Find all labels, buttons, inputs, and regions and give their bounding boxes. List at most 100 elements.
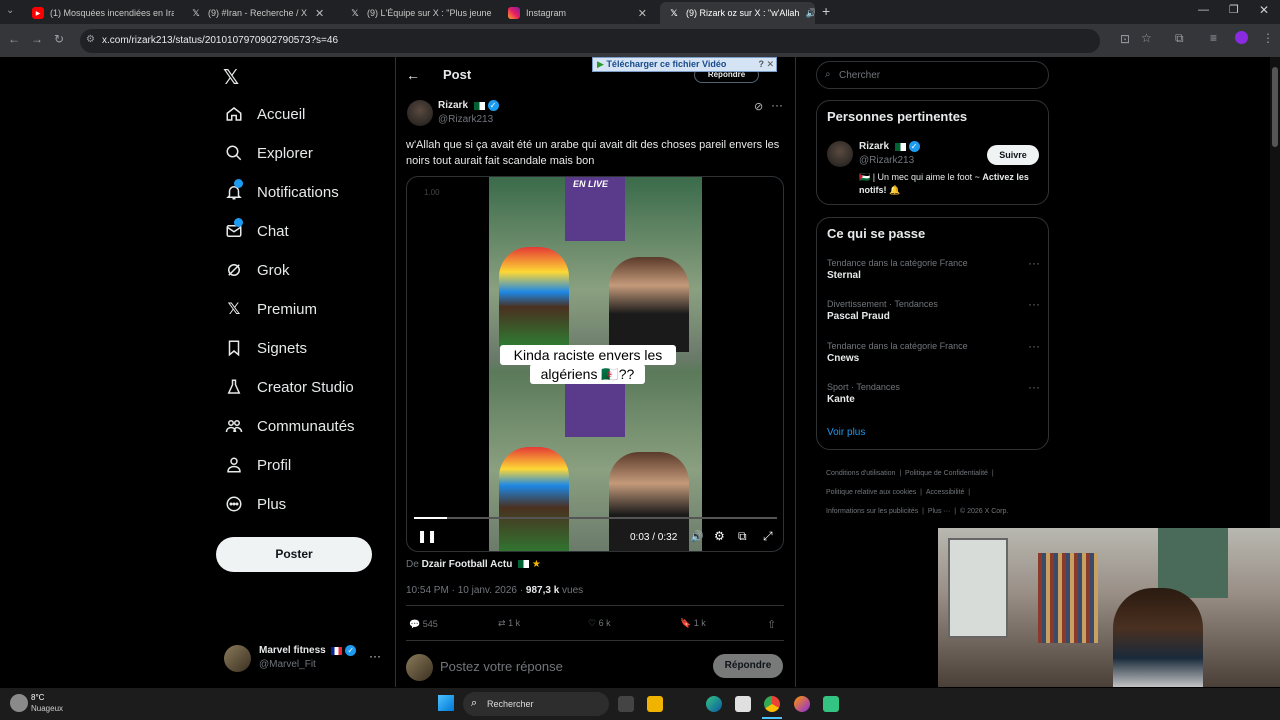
- nav-item-explore[interactable]: Explorer: [225, 141, 313, 165]
- media-icon[interactable]: ≡: [1210, 31, 1217, 45]
- pip-icon[interactable]: ⧉: [738, 529, 747, 544]
- trend-item[interactable]: Tendance dans la catégorie France Cnews …: [827, 339, 1040, 364]
- search-box[interactable]: ⌕ Chercher: [816, 61, 1049, 89]
- speaker-icon[interactable]: 🔊: [805, 8, 815, 19]
- grok-icon[interactable]: ⊘: [754, 100, 763, 113]
- nav-item-creator-studio[interactable]: Creator Studio: [225, 375, 354, 399]
- new-tab-icon[interactable]: +: [822, 3, 830, 19]
- windows-start-icon[interactable]: [438, 695, 454, 711]
- extensions-icon[interactable]: ⧉: [1175, 31, 1184, 46]
- tab-3[interactable]: 𝕏 (9) L'Équipe sur X : "Plus jeune ✕: [341, 2, 496, 24]
- profile-name-row[interactable]: Rizark ✓: [859, 141, 920, 152]
- follow-button[interactable]: Suivre: [987, 145, 1039, 165]
- post-button[interactable]: Poster: [216, 537, 372, 572]
- back-icon[interactable]: ←: [8, 32, 20, 46]
- taskbar: 8°C Nuageux ⌕ Rechercher: [0, 688, 1280, 720]
- close-icon[interactable]: ✕: [491, 7, 496, 20]
- store-icon[interactable]: [735, 696, 751, 712]
- share-icon[interactable]: ⇧: [767, 618, 776, 631]
- reply-button[interactable]: Répondre: [713, 654, 783, 678]
- install-icon[interactable]: ⊡: [1120, 32, 1130, 46]
- nav-item-premium[interactable]: 𝕏 Premium: [225, 297, 317, 321]
- reply-input[interactable]: Postez votre réponse: [440, 659, 563, 674]
- edge-icon[interactable]: [706, 696, 722, 712]
- more-dots-icon[interactable]: ···: [1028, 380, 1040, 394]
- forward-icon[interactable]: →: [31, 32, 43, 46]
- nav-item-notifications[interactable]: Notifications: [225, 179, 339, 204]
- show-more-link[interactable]: Voir plus: [827, 427, 865, 438]
- more-dots-icon[interactable]: ···: [771, 98, 783, 112]
- footer-link[interactable]: Plus ···: [928, 508, 951, 515]
- more-dots-icon[interactable]: ···: [1028, 256, 1040, 270]
- avatar[interactable]: [407, 100, 433, 126]
- help-icon[interactable]: ?: [759, 59, 765, 69]
- nav-item-chat[interactable]: Chat: [225, 218, 289, 243]
- trend-item[interactable]: Divertissement · Tendances Pascal Praud …: [827, 297, 1040, 322]
- grok-icon: [225, 261, 243, 279]
- download-video-bar[interactable]: ▶ Télécharger ce fichier Vidéo ? ✕: [592, 57, 777, 72]
- author-handle[interactable]: @Rizark213: [438, 114, 493, 125]
- file-explorer-icon[interactable]: [647, 696, 663, 712]
- source-name[interactable]: Dzair Football Actu: [422, 559, 513, 570]
- minimize-icon[interactable]: —: [1198, 4, 1209, 16]
- trend-item[interactable]: Sport · Tendances Kante ···: [827, 380, 1040, 405]
- x-logo-icon[interactable]: 𝕏: [223, 65, 239, 90]
- nav-item-communities[interactable]: Communautés: [225, 414, 355, 438]
- back-arrow-icon[interactable]: ←: [406, 67, 420, 83]
- footer-link[interactable]: Conditions d'utilisation: [826, 470, 895, 477]
- reply-stat[interactable]: 💬 545: [409, 619, 438, 630]
- scrollbar-thumb[interactable]: [1272, 67, 1278, 147]
- like-stat[interactable]: ♡ 6 k: [588, 618, 611, 629]
- video-player[interactable]: 1.00 EN LIVE Kinda raciste envers les al…: [406, 176, 784, 552]
- close-window-icon[interactable]: ✕: [1259, 3, 1269, 17]
- maximize-icon[interactable]: ❐: [1229, 3, 1239, 16]
- bookmark-icon: [225, 339, 243, 357]
- tab-4[interactable]: Instagram ✕: [500, 2, 655, 24]
- footer-link[interactable]: Politique de Confidentialité: [905, 470, 988, 477]
- menu-icon[interactable]: ⋮: [1262, 31, 1274, 45]
- account-switcher[interactable]: Marvel fitness ✓ @Marvel_Fit ···: [224, 643, 384, 675]
- volume-icon[interactable]: 🔊: [690, 530, 704, 543]
- task-view-icon[interactable]: [618, 696, 634, 712]
- nav-item-more[interactable]: Plus: [225, 492, 286, 516]
- profile-avatar[interactable]: [1235, 31, 1248, 44]
- nav-item-profile[interactable]: Profil: [225, 453, 291, 477]
- close-icon[interactable]: ✕: [630, 7, 647, 20]
- more-dots-icon[interactable]: ···: [1028, 297, 1040, 311]
- chrome-icon[interactable]: [764, 696, 780, 712]
- panel-title: Ce qui se passe: [827, 226, 926, 241]
- close-icon[interactable]: ✕: [307, 7, 324, 20]
- pause-icon[interactable]: ❚❚: [417, 529, 437, 543]
- close-icon[interactable]: ✕: [766, 59, 774, 70]
- tab-list-icon[interactable]: ⌄: [6, 5, 14, 16]
- author-name-row[interactable]: Rizark ✓: [438, 100, 499, 111]
- site-info-icon[interactable]: ⚙: [86, 34, 95, 45]
- more-dots-icon[interactable]: ···: [369, 649, 381, 663]
- nav-item-home[interactable]: Accueil: [225, 102, 305, 126]
- footer-link[interactable]: Informations sur les publicités: [826, 508, 918, 515]
- weather-icon[interactable]: [10, 694, 28, 712]
- reload-icon[interactable]: ↻: [54, 32, 64, 46]
- fullscreen-icon[interactable]: ⤢: [763, 529, 773, 544]
- footer-link[interactable]: Accessibilité: [926, 489, 965, 496]
- post-timestamp[interactable]: 10:54 PM · 10 janv. 2026 ·: [406, 585, 523, 596]
- more-dots-icon[interactable]: ···: [1028, 339, 1040, 353]
- settings-icon[interactable]: ⚙: [714, 529, 725, 543]
- taskbar-search[interactable]: ⌕ Rechercher: [463, 692, 609, 716]
- firefox-icon[interactable]: [794, 696, 810, 712]
- video-progress-track[interactable]: [414, 517, 777, 519]
- nav-label: Signets: [257, 339, 308, 357]
- bookmark-stat[interactable]: 🔖 1 k: [680, 618, 706, 629]
- app-icon[interactable]: [823, 696, 839, 712]
- nav-item-grok[interactable]: Grok: [225, 258, 290, 282]
- repost-stat[interactable]: ⇄ 1 k: [498, 618, 520, 629]
- trend-item[interactable]: Tendance dans la catégorie France Sterna…: [827, 256, 1040, 281]
- footer-link[interactable]: Politique relative aux cookies: [826, 489, 916, 496]
- tab-2[interactable]: 𝕏 (9) #Iran - Recherche / X ✕: [182, 2, 332, 24]
- tab-5-active[interactable]: 𝕏 (9) Rizark oz sur X : "w'Allah 🔊 ✕: [660, 2, 815, 24]
- url-field[interactable]: ⚙ x.com/rizark213/status/201010797090279…: [80, 29, 1100, 53]
- star-icon[interactable]: ☆: [1141, 31, 1152, 45]
- tab-1[interactable]: ▶ (1) Mosquées incendiées en Ira ✕: [24, 2, 174, 24]
- nav-item-bookmarks[interactable]: Signets: [225, 336, 307, 360]
- avatar[interactable]: [827, 141, 853, 167]
